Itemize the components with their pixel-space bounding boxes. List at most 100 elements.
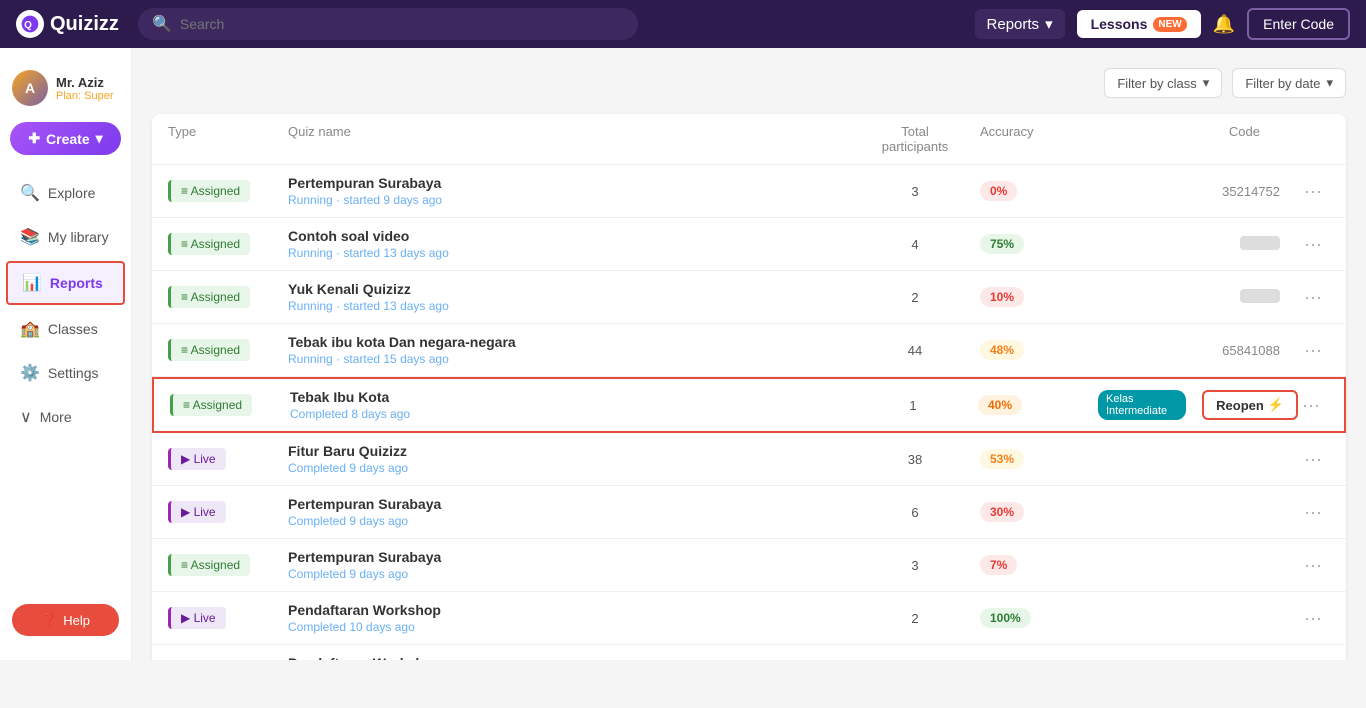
more-options-button[interactable]: ··· bbox=[1300, 336, 1326, 365]
explore-icon: 🔍 bbox=[20, 183, 40, 203]
table-row: ≡ Assigned Yuk Kenali Quizizz Running · … bbox=[152, 271, 1346, 324]
classes-icon: 🏫 bbox=[20, 319, 40, 339]
more-options-button[interactable]: ··· bbox=[1300, 551, 1326, 580]
sidebar-item-label: Classes bbox=[48, 321, 98, 337]
reports-nav-label: Reports bbox=[987, 16, 1040, 33]
type-badge-live: ▶ Live bbox=[168, 448, 226, 470]
avatar: A bbox=[12, 70, 48, 106]
filter-by-class[interactable]: Filter by class ▾ bbox=[1104, 68, 1222, 98]
reports-nav-button[interactable]: Reports ▾ bbox=[975, 9, 1065, 39]
col-type: Type bbox=[168, 124, 288, 154]
more-icon: ∨ bbox=[20, 407, 32, 427]
sidebar-item-my-library[interactable]: 📚 My library bbox=[6, 217, 125, 257]
accuracy-badge: 75% bbox=[980, 234, 1024, 254]
quiz-status: Running · started 9 days ago bbox=[288, 193, 850, 207]
more-options-button[interactable]: ··· bbox=[1298, 391, 1324, 420]
type-badge-assigned: ≡ Assigned bbox=[170, 394, 252, 416]
sidebar-item-reports[interactable]: 📊 Reports bbox=[6, 261, 125, 305]
col-total-participants: Totalparticipants bbox=[850, 124, 980, 154]
more-options-button[interactable]: ··· bbox=[1300, 657, 1326, 661]
participants: 3 bbox=[850, 558, 980, 573]
quiz-name: Tebak ibu kota Dan negara-negara bbox=[288, 334, 850, 350]
more-options-button[interactable]: ··· bbox=[1300, 283, 1326, 312]
accuracy-badge: 40% bbox=[978, 395, 1022, 415]
lessons-label: Lessons bbox=[1091, 16, 1148, 32]
type-badge-assigned: ≡ Assigned bbox=[168, 233, 250, 255]
table-row: ≡ Assigned Tebak Ibu Kota Completed 8 da… bbox=[152, 377, 1346, 433]
type-badge-assigned: ≡ Assigned bbox=[168, 286, 250, 308]
participants: 2 bbox=[850, 611, 980, 626]
sidebar: A Mr. Aziz Plan: Super ✚ Create ▾ 🔍 Expl… bbox=[0, 48, 132, 660]
col-quiz-name: Quiz name bbox=[288, 124, 850, 154]
class-tag: Kelas Intermediate bbox=[1098, 390, 1186, 420]
table-row: ▶ Live Fitur Baru Quizizz Completed 9 da… bbox=[152, 433, 1346, 486]
code-value: 65841088 bbox=[1222, 343, 1280, 358]
sidebar-item-classes[interactable]: 🏫 Classes bbox=[6, 309, 125, 349]
sidebar-bottom: ❓ Help bbox=[0, 592, 131, 648]
more-options-button[interactable]: ··· bbox=[1300, 230, 1326, 259]
accuracy-badge: 30% bbox=[980, 502, 1024, 522]
type-badge-assigned: ≡ Assigned bbox=[168, 339, 250, 361]
quiz-name: Pertempuran Surabaya bbox=[288, 496, 850, 512]
code-value: 35214752 bbox=[1222, 184, 1280, 199]
create-button[interactable]: ✚ Create ▾ bbox=[10, 122, 121, 155]
quiz-status: Completed 9 days ago bbox=[288, 567, 850, 581]
table-row: ▶ Live Pendaftaran Workshop Completed 10… bbox=[152, 592, 1346, 645]
table-row: ≡ Assigned Tebak ibu kota Dan negara-neg… bbox=[152, 324, 1346, 377]
filters-bar: Filter by class ▾ Filter by date ▾ bbox=[152, 68, 1346, 98]
table-header: Type Quiz name Totalparticipants Accurac… bbox=[152, 114, 1346, 165]
quiz-status: Completed 9 days ago bbox=[288, 514, 850, 528]
table-row: ≡ Assigned Pertempuran Surabaya Running … bbox=[152, 165, 1346, 218]
filter-by-date[interactable]: Filter by date ▾ bbox=[1232, 68, 1346, 98]
reports-icon: 📊 bbox=[22, 273, 42, 293]
search-bar[interactable]: 🔍 bbox=[138, 8, 638, 40]
participants: 6 bbox=[850, 505, 980, 520]
lessons-new-badge: NEW bbox=[1153, 17, 1186, 32]
sidebar-item-more[interactable]: ∨ More bbox=[6, 397, 125, 437]
more-options-button[interactable]: ··· bbox=[1300, 445, 1326, 474]
participants: 4 bbox=[850, 237, 980, 252]
logo-icon: Q bbox=[16, 10, 44, 38]
chevron-down-icon: ▾ bbox=[96, 130, 103, 147]
sidebar-item-explore[interactable]: 🔍 Explore bbox=[6, 173, 125, 213]
quiz-name: Pendaftaran Workshop bbox=[288, 602, 850, 618]
more-options-button[interactable]: ··· bbox=[1300, 604, 1326, 633]
quiz-status: Completed 10 days ago bbox=[288, 620, 850, 634]
enter-code-button[interactable]: Enter Code bbox=[1247, 8, 1350, 40]
settings-icon: ⚙️ bbox=[20, 363, 40, 383]
logo-text: Quizizz bbox=[50, 13, 119, 36]
quiz-name: Tebak Ibu Kota bbox=[290, 389, 848, 405]
logo[interactable]: Q Quizizz bbox=[16, 10, 126, 38]
chevron-down-icon: ▾ bbox=[1203, 75, 1210, 91]
quiz-name: Fitur Baru Quizizz bbox=[288, 443, 850, 459]
help-icon: ❓ bbox=[41, 612, 57, 628]
quiz-name: Pertempuran Surabaya bbox=[288, 549, 850, 565]
help-button[interactable]: ❓ Help bbox=[12, 604, 119, 636]
top-nav: Q Quizizz 🔍 Reports ▾ Lessons NEW 🔔 Ente… bbox=[0, 0, 1366, 48]
more-options-button[interactable]: ··· bbox=[1300, 177, 1326, 206]
quiz-name: Pendaftaran Workshop bbox=[288, 655, 850, 660]
library-icon: 📚 bbox=[20, 227, 40, 247]
lightning-icon: ⚡ bbox=[1268, 397, 1284, 413]
type-badge-assigned: ≡ Assigned bbox=[168, 180, 250, 202]
col-actions bbox=[1300, 124, 1330, 154]
user-text: Mr. Aziz Plan: Super bbox=[56, 75, 113, 102]
accuracy-badge: 48% bbox=[980, 340, 1024, 360]
table-row: ≡ Assigned Contoh soal video Running · s… bbox=[152, 218, 1346, 271]
main-content: Filter by class ▾ Filter by date ▾ Type … bbox=[132, 48, 1366, 660]
quiz-name: Contoh soal video bbox=[288, 228, 850, 244]
sidebar-item-label: My library bbox=[48, 229, 109, 245]
more-options-button[interactable]: ··· bbox=[1300, 498, 1326, 527]
user-name: Mr. Aziz bbox=[56, 75, 113, 90]
code-placeholder bbox=[1240, 236, 1280, 250]
sidebar-item-label: More bbox=[40, 409, 72, 425]
participants: 2 bbox=[850, 290, 980, 305]
reopen-button[interactable]: Reopen ⚡ bbox=[1202, 390, 1298, 420]
sidebar-item-settings[interactable]: ⚙️ Settings bbox=[6, 353, 125, 393]
notifications-button[interactable]: 🔔 bbox=[1213, 14, 1235, 35]
lessons-button[interactable]: Lessons NEW bbox=[1077, 10, 1201, 38]
accuracy-badge: 7% bbox=[980, 555, 1017, 575]
search-input[interactable] bbox=[180, 16, 624, 32]
plus-icon: ✚ bbox=[28, 130, 40, 147]
chevron-down-icon: ▾ bbox=[1326, 75, 1333, 91]
